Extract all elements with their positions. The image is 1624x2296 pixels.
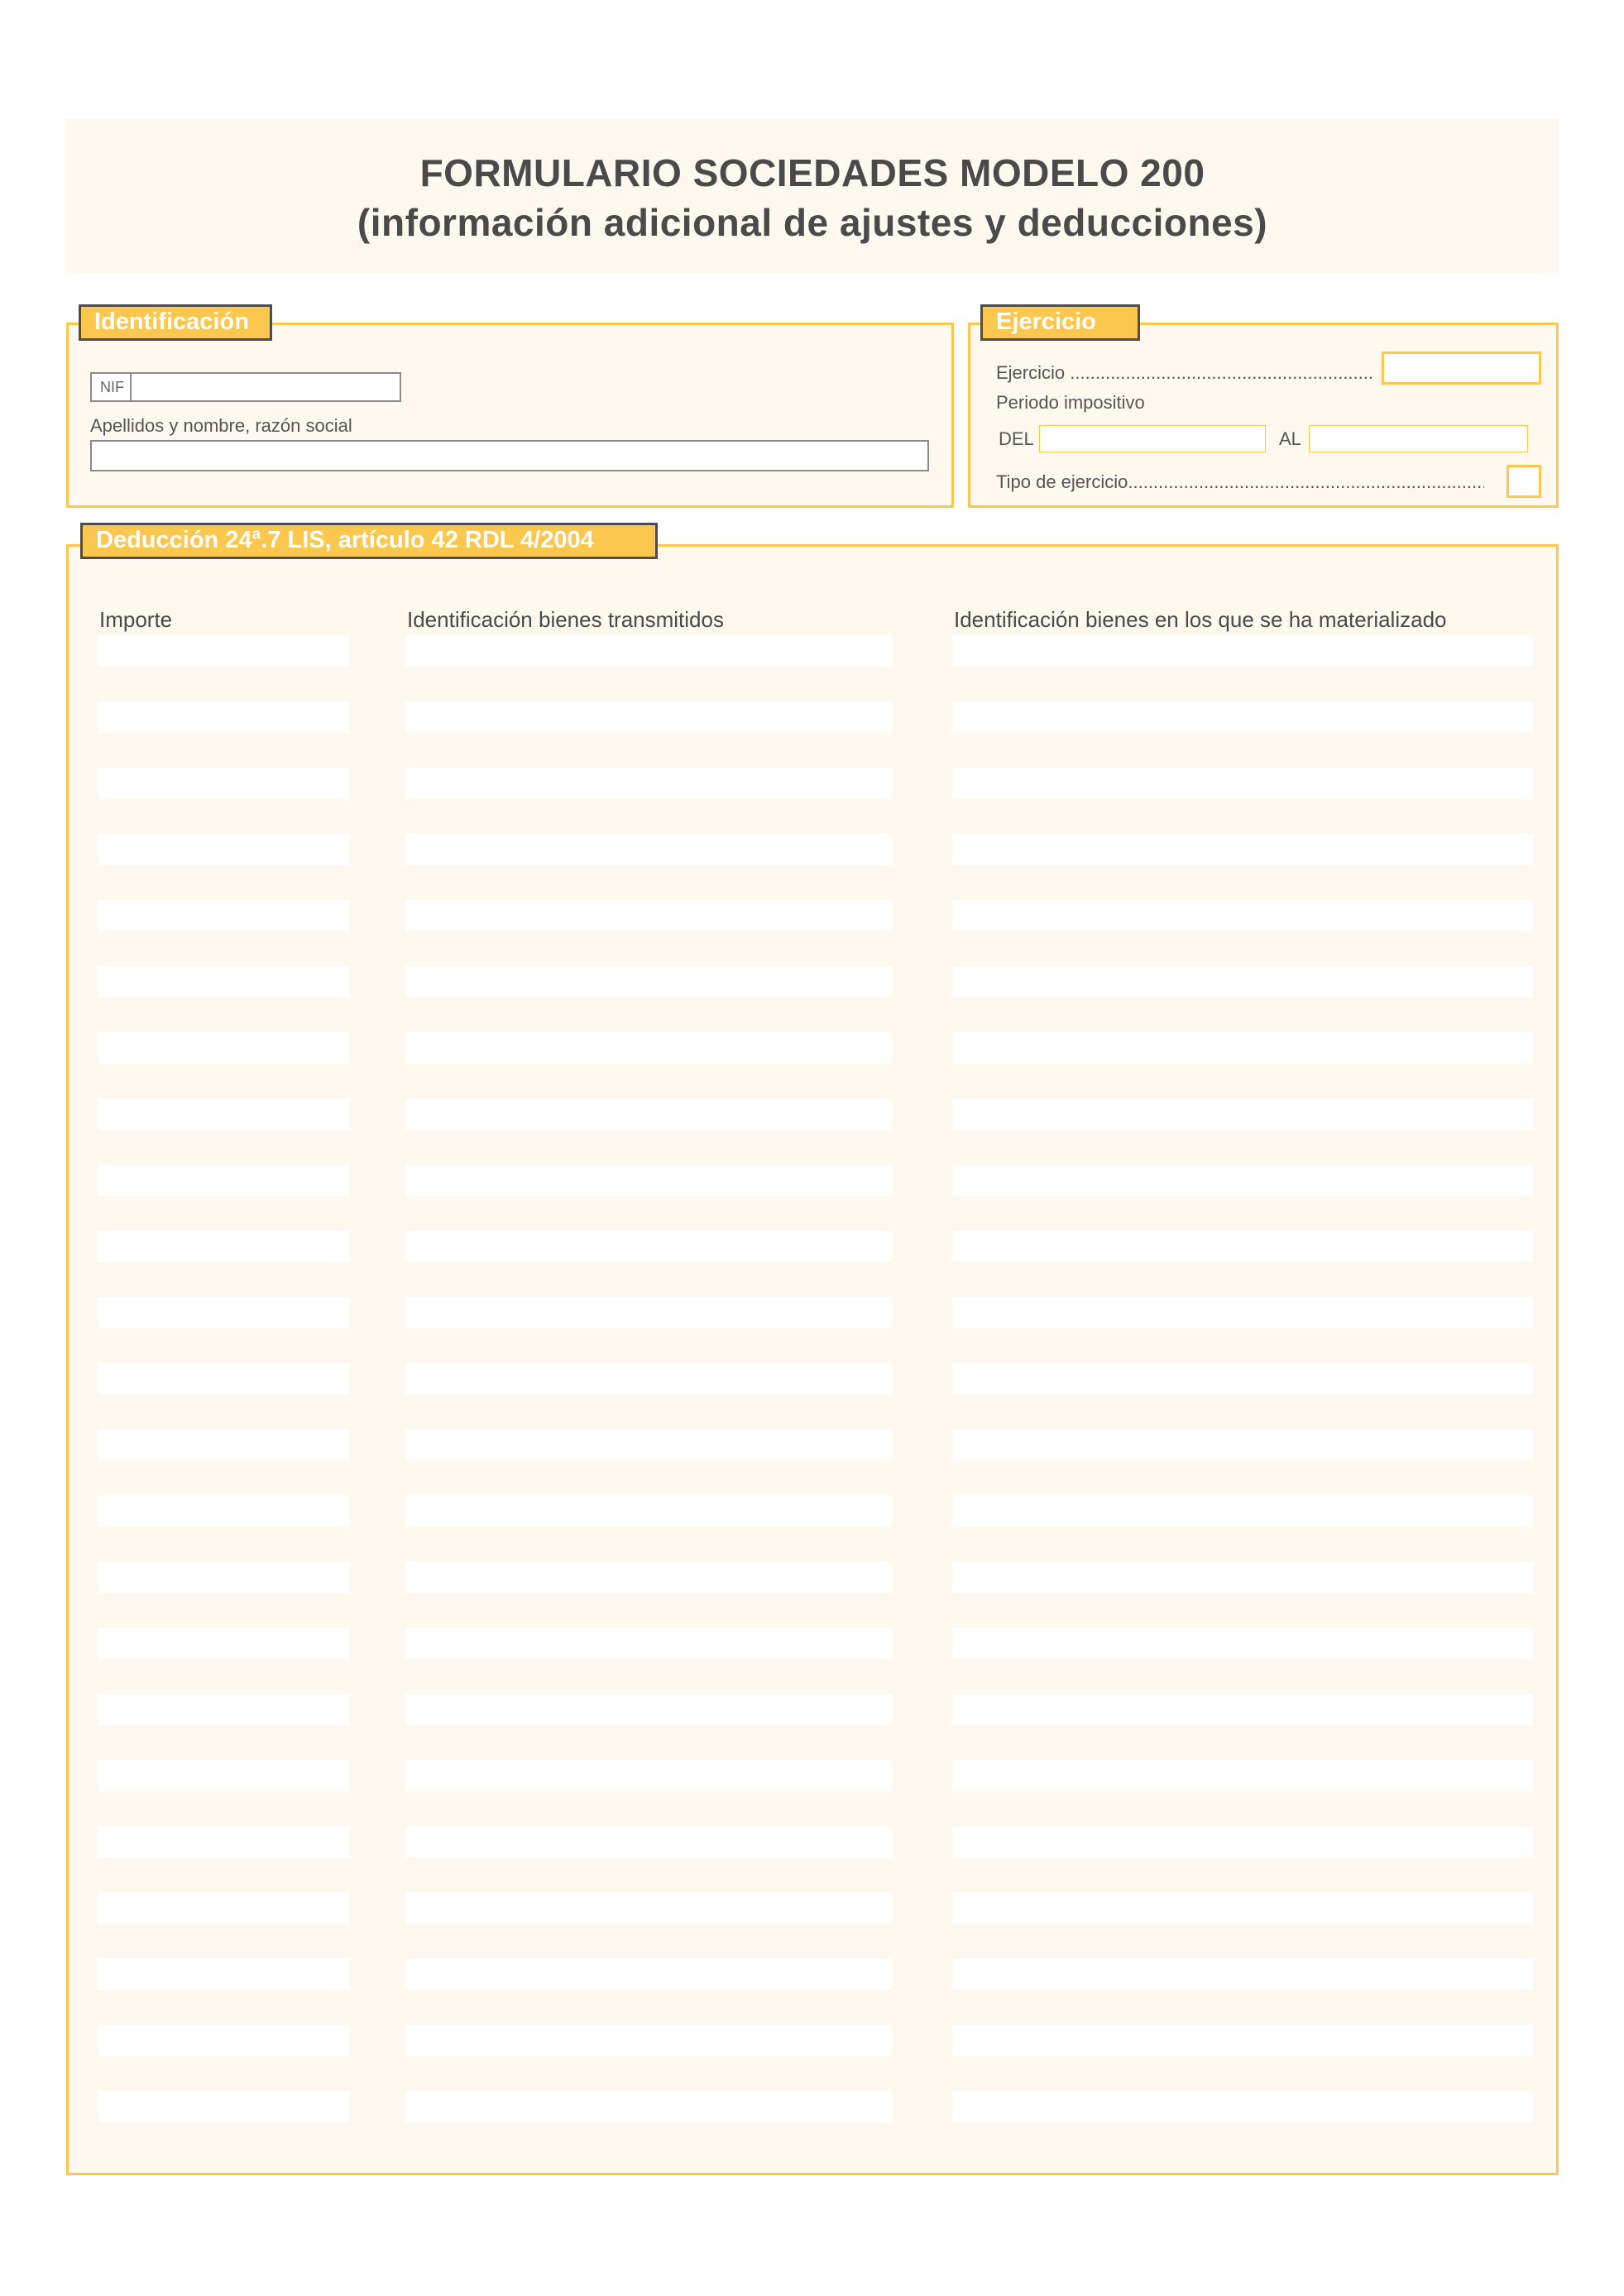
- bienes-materializado-input[interactable]: [952, 834, 1533, 865]
- ejercicio-input[interactable]: [1382, 352, 1541, 385]
- bienes-transmitidos-input[interactable]: [405, 1032, 892, 1064]
- bienes-materializado-input[interactable]: [952, 768, 1533, 799]
- bienes-transmitidos-input[interactable]: [405, 1628, 892, 1659]
- bienes-transmitidos-input[interactable]: [405, 635, 892, 667]
- bienes-transmitidos-input[interactable]: [405, 1165, 892, 1196]
- bienes-materializado-input[interactable]: [952, 2025, 1533, 2056]
- bienes-materializado-input[interactable]: [952, 1628, 1533, 1659]
- bienes-transmitidos-input[interactable]: [405, 966, 892, 997]
- bienes-materializado-input[interactable]: [952, 635, 1533, 667]
- bienes-materializado-input[interactable]: [952, 1760, 1533, 1791]
- bienes-materializado-input[interactable]: [952, 1165, 1533, 1196]
- bienes-transmitidos-input[interactable]: [405, 2091, 892, 2122]
- nif-label: NIF: [100, 379, 124, 395]
- bienes-transmitidos-input[interactable]: [405, 768, 892, 799]
- bienes-materializado-input[interactable]: [952, 1429, 1533, 1461]
- name-field[interactable]: [90, 440, 929, 471]
- bienes-transmitidos-input[interactable]: [405, 1826, 892, 1858]
- bienes-transmitidos-input[interactable]: [405, 1892, 892, 1924]
- bienes-transmitidos-input[interactable]: [405, 834, 892, 865]
- importe-input[interactable]: [98, 1628, 350, 1659]
- del-label: DEL: [999, 428, 1034, 449]
- importe-input[interactable]: [98, 1363, 350, 1394]
- bienes-materializado-input[interactable]: [952, 1495, 1533, 1527]
- tipo-label: Tipo de ejercicio: [996, 471, 1128, 492]
- bienes-transmitidos-input[interactable]: [405, 900, 892, 931]
- bienes-materializado-input[interactable]: [952, 1032, 1533, 1064]
- bienes-transmitidos-input[interactable]: [405, 1694, 892, 1725]
- importe-input[interactable]: [98, 1959, 350, 1990]
- ejercicio-label-row: Ejercicio ..............................…: [996, 362, 1373, 384]
- bienes-transmitidos-input[interactable]: [405, 1495, 892, 1527]
- importe-input[interactable]: [98, 1694, 350, 1725]
- bienes-transmitidos-input[interactable]: [405, 1562, 892, 1593]
- importe-input[interactable]: [98, 2091, 350, 2122]
- importe-input[interactable]: [98, 1429, 350, 1461]
- importe-input[interactable]: [98, 900, 350, 931]
- importe-input[interactable]: [98, 1032, 350, 1064]
- bienes-transmitidos-input[interactable]: [405, 1297, 892, 1328]
- ejercicio-label: Ejercicio: [996, 362, 1066, 383]
- bienes-transmitidos-input[interactable]: [405, 1363, 892, 1394]
- bienes-materializado-input[interactable]: [952, 1959, 1533, 1990]
- bienes-materializado-input[interactable]: [952, 966, 1533, 997]
- title-band: FORMULARIO SOCIEDADES MODELO 200 (inform…: [66, 119, 1559, 273]
- periodo-label: Periodo impositivo: [996, 392, 1145, 413]
- bienes-transmitidos-input[interactable]: [405, 1098, 892, 1130]
- column-header-bienes-materializado: Identificación bienes en los que se ha m…: [954, 607, 1447, 632]
- tipo-leader-dots: ........................................…: [1128, 471, 1484, 492]
- al-label: AL: [1279, 428, 1301, 449]
- column-header-importe: Importe: [99, 607, 173, 632]
- del-input[interactable]: [1039, 425, 1266, 452]
- bienes-transmitidos-input[interactable]: [405, 1231, 892, 1262]
- importe-input[interactable]: [98, 1760, 350, 1791]
- bienes-transmitidos-input[interactable]: [405, 1959, 892, 1990]
- bienes-materializado-input[interactable]: [952, 900, 1533, 931]
- importe-input[interactable]: [98, 966, 350, 997]
- importe-input[interactable]: [98, 1562, 350, 1593]
- al-input[interactable]: [1309, 425, 1528, 452]
- importe-input[interactable]: [98, 1165, 350, 1196]
- bienes-materializado-input[interactable]: [952, 1892, 1533, 1924]
- bienes-materializado-input[interactable]: [952, 701, 1533, 733]
- ejercicio-heading: Ejercicio: [980, 304, 1140, 341]
- importe-input[interactable]: [98, 1495, 350, 1527]
- importe-input[interactable]: [98, 1297, 350, 1328]
- column-header-bienes-transmitidos: Identificación bienes transmitidos: [407, 607, 724, 632]
- bienes-materializado-input[interactable]: [952, 1297, 1533, 1328]
- importe-input[interactable]: [98, 834, 350, 865]
- tipo-label-row: Tipo de ejercicio.......................…: [996, 471, 1484, 493]
- form-title: FORMULARIO SOCIEDADES MODELO 200: [419, 151, 1205, 194]
- bienes-materializado-input[interactable]: [952, 2091, 1533, 2122]
- bienes-transmitidos-input[interactable]: [405, 1760, 892, 1791]
- bienes-materializado-input[interactable]: [952, 1826, 1533, 1858]
- importe-input[interactable]: [98, 701, 350, 733]
- bienes-transmitidos-input[interactable]: [405, 701, 892, 733]
- identificacion-heading: Identificación: [79, 304, 272, 341]
- bienes-materializado-input[interactable]: [952, 1231, 1533, 1262]
- nif-separator: [130, 374, 132, 400]
- form-subtitle: (información adicional de ajustes y dedu…: [357, 201, 1268, 244]
- bienes-materializado-input[interactable]: [952, 1363, 1533, 1394]
- bienes-transmitidos-input[interactable]: [405, 1429, 892, 1461]
- deduccion-heading: Deducción 24ª.7 LIS, artículo 42 RDL 4/2…: [80, 523, 658, 559]
- tipo-ejercicio-input[interactable]: [1507, 465, 1541, 498]
- nif-field[interactable]: NIF: [90, 372, 401, 402]
- bienes-transmitidos-input[interactable]: [405, 2025, 892, 2056]
- importe-input[interactable]: [98, 2025, 350, 2056]
- importe-input[interactable]: [98, 768, 350, 799]
- importe-input[interactable]: [98, 1231, 350, 1262]
- importe-input[interactable]: [98, 635, 350, 667]
- importe-input[interactable]: [98, 1098, 350, 1130]
- name-label: Apellidos y nombre, razón social: [90, 415, 352, 436]
- ejercicio-leader-dots: ........................................…: [1070, 362, 1373, 383]
- importe-input[interactable]: [98, 1892, 350, 1924]
- bienes-materializado-input[interactable]: [952, 1562, 1533, 1593]
- bienes-materializado-input[interactable]: [952, 1694, 1533, 1725]
- importe-input[interactable]: [98, 1826, 350, 1858]
- bienes-materializado-input[interactable]: [952, 1098, 1533, 1130]
